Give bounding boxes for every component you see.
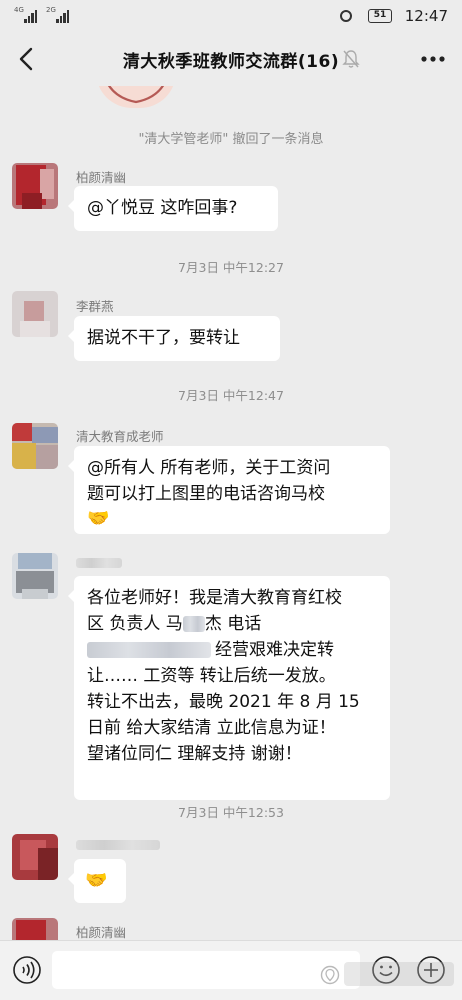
timestamp: 7月3日 中午12:47 [178,388,284,403]
avatar[interactable] [12,834,58,880]
status-right: 51 12:47 [318,7,448,27]
status-time: 12:47 [404,7,448,25]
alarm-icon [340,10,352,22]
message-fragment: 杰 电话 [204,614,262,634]
message-bubble[interactable]: 🤝 [68,859,126,903]
avatar[interactable] [12,553,58,599]
timestamp: 7月3日 中午12:27 [178,260,284,275]
status-bar: 4G 2G 51 12:47 [0,0,462,34]
message-bubble[interactable]: 各位老师好！我是清大教育育红校 区 负责人 马 杰 电话 经营艰难决定转 让…… … [68,576,390,800]
signal-2-tag: 2G [46,6,56,14]
message-line: 题可以打上图里的电话咨询马校 [87,484,325,504]
message-line: 区 负责人 马 杰 电话 [87,611,377,637]
sender-name: 清大教育成老师 [76,429,164,444]
chat-area[interactable]: "清大学管老师" 撤回了一条消息 柏颜清幽 @丫悦豆 这咋回事? 7月3日 中午… [0,86,462,940]
avatar[interactable] [12,291,58,337]
message-line: 望诸位同仁 理解支持 谢谢！ [87,744,302,764]
blurred-name [76,558,122,568]
message-input[interactable] [52,951,360,989]
timestamp: 7月3日 中午12:53 [178,805,284,820]
message-line: @所有人 所有老师，关于工资问 [87,458,331,478]
battery-icon: 51 [368,9,392,23]
message-bubble[interactable]: 据说不干了，要转让 [68,316,280,361]
signal-bars-icon [24,9,38,23]
voice-icon[interactable] [12,955,42,985]
message-line: 转让不出去，最晚 2021 年 8 月 15 [87,692,360,712]
avatar[interactable] [12,918,58,940]
bell-muted-icon [342,50,360,68]
message-line: 日前 给大家结清 立此信息为证！ [87,718,336,738]
message-line: 让…… 工资等 转让后统一发放。 [87,666,336,686]
watermark-icon [320,965,340,985]
group-title: 清大秋季班教师交流群(16) [122,52,340,72]
sender-name: 柏颜清幽 [76,925,127,940]
message-bubble[interactable]: @所有人 所有老师，关于工资问 题可以打上图里的电话咨询马校 🤝 [68,446,390,534]
blurred-phone [87,642,211,658]
blurred-name [76,840,160,850]
handshake-emoji: 🤝 [87,508,110,529]
sticker-image[interactable] [96,86,176,108]
chat-header: 清大秋季班教师交流群(16) [0,34,462,86]
sender-name: 柏颜清幽 [76,170,127,185]
avatar[interactable] [12,423,58,469]
message-bubble[interactable]: @丫悦豆 这咋回事? [68,186,278,231]
watermark [344,962,454,986]
message-line: 各位老师好！我是清大教育育红校 [87,588,342,608]
message-fragment: 经营艰难决定转 [215,640,334,660]
signal-bars-icon [56,9,70,23]
more-dots-icon[interactable] [418,46,448,72]
handshake-emoji: 🤝 [85,870,108,891]
message-fragment: 区 负责人 马 [87,614,183,634]
signal-1-tag: 4G [14,6,24,14]
avatar[interactable] [12,163,58,209]
sender-name: 李群燕 [76,299,114,314]
message-line: 经营艰难决定转 [87,637,377,663]
recall-notice: "清大学管老师" 撤回了一条消息 [138,132,324,147]
blurred-text [182,616,205,632]
